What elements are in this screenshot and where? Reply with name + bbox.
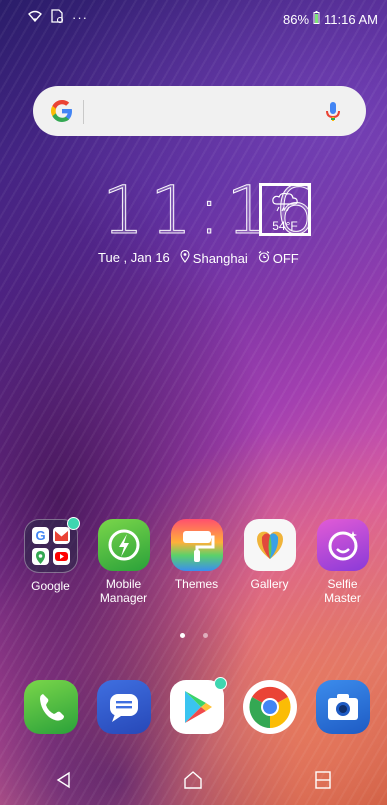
- app-label-selfie-master: Selfie Master: [324, 577, 361, 605]
- chrome-icon: [242, 680, 297, 734]
- app-row: G Google Mobile Manager Themes Gallery S…: [14, 517, 387, 605]
- weather-widget[interactable]: 54°F: [259, 183, 311, 236]
- wifi-icon: [28, 10, 42, 25]
- weather-temperature: 54°F: [272, 219, 298, 233]
- app-label-gallery: Gallery: [250, 577, 289, 591]
- app-label-google: Google: [31, 579, 70, 593]
- dock-chrome[interactable]: [233, 680, 306, 734]
- app-label-themes: Themes: [174, 577, 219, 591]
- google-logo-icon: [49, 98, 75, 124]
- play-store-icon: [169, 677, 227, 734]
- mic-icon[interactable]: [322, 100, 344, 124]
- battery-icon: [313, 11, 320, 27]
- dock-play-store[interactable]: [160, 677, 233, 734]
- google-search-bar[interactable]: [33, 86, 366, 136]
- date-location-line: Tue , Jan 16 Shanghai OFF: [98, 249, 299, 266]
- camera-icon: [315, 680, 370, 734]
- dock: [14, 677, 379, 734]
- page-dot-active: [179, 633, 185, 638]
- dock-phone[interactable]: [14, 680, 87, 734]
- search-cursor: [83, 100, 84, 124]
- app-themes[interactable]: Themes: [160, 519, 233, 605]
- messages-icon: [96, 680, 151, 734]
- location-pin-icon: [180, 249, 190, 266]
- app-selfie-master[interactable]: Selfie Master: [306, 519, 379, 605]
- selfie-master-icon: [316, 519, 369, 571]
- location-text: Shanghai: [192, 250, 248, 266]
- app-gallery[interactable]: Gallery: [233, 519, 306, 605]
- google-folder-icon: G: [23, 517, 80, 573]
- recents-icon[interactable]: [313, 770, 333, 795]
- page-dot: [202, 633, 208, 638]
- more-notifications-icon: ···: [72, 10, 88, 25]
- app-label-mobile-manager: Mobile Manager: [99, 577, 148, 605]
- back-icon[interactable]: [54, 770, 74, 795]
- dock-camera[interactable]: [306, 680, 379, 734]
- status-time: 11:16 AM: [324, 11, 378, 27]
- app-mobile-manager[interactable]: Mobile Manager: [87, 519, 160, 605]
- phone-icon: [23, 680, 78, 734]
- alarm-clock-icon: [258, 250, 270, 266]
- home-icon[interactable]: [182, 770, 204, 795]
- notification-dot: [213, 677, 227, 690]
- svg-text:G: G: [35, 528, 45, 543]
- mobile-manager-icon: [97, 519, 150, 571]
- date-text: Tue , Jan 16: [98, 250, 170, 265]
- alarm-status: OFF: [272, 250, 299, 266]
- themes-icon: [170, 519, 223, 571]
- app-google-folder[interactable]: G Google: [14, 517, 87, 605]
- gallery-icon: [243, 519, 296, 571]
- page-indicator[interactable]: [0, 633, 387, 638]
- notification-dot: [66, 517, 80, 530]
- battery-percent: 86%: [283, 11, 310, 27]
- storage-notification-icon: [50, 9, 64, 26]
- navigation-bar: [0, 759, 387, 805]
- dock-messages[interactable]: [87, 680, 160, 734]
- status-bar: ··· 86% 11:16 AM: [0, 0, 387, 34]
- rain-cloud-icon: [262, 192, 308, 217]
